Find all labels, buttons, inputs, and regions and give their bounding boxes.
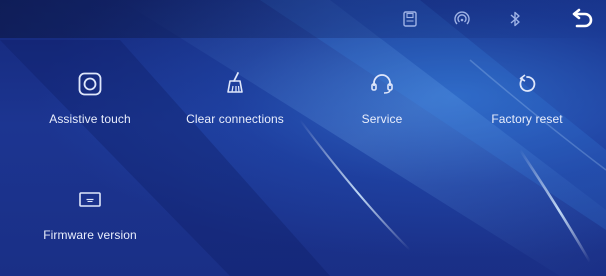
clear-connections-label: Clear connections xyxy=(186,112,284,126)
firmware-version-label: Firmware version xyxy=(43,228,137,242)
assistive-touch-label: Assistive touch xyxy=(49,112,131,126)
settings-screen: Assistive touch Clear connections Servic… xyxy=(0,0,606,276)
status-bar xyxy=(0,0,606,38)
factory-reset-label: Factory reset xyxy=(491,112,563,126)
factory-reset-button[interactable]: Factory reset xyxy=(457,70,597,140)
firmware-icon xyxy=(79,192,101,207)
service-button[interactable]: Service xyxy=(312,70,452,140)
signal-icon xyxy=(454,11,470,25)
firmware-version-button[interactable]: Firmware version xyxy=(20,186,160,256)
bluetooth-icon xyxy=(510,11,520,27)
reset-icon xyxy=(519,74,536,92)
headset-icon xyxy=(371,74,393,94)
sd-card-icon xyxy=(403,11,417,27)
assistive-touch-icon xyxy=(78,72,102,96)
assistive-touch-button[interactable]: Assistive touch xyxy=(20,70,160,140)
service-label: Service xyxy=(361,112,403,126)
back-arrow-icon[interactable] xyxy=(568,6,596,34)
clear-connections-button[interactable]: Clear connections xyxy=(165,70,305,140)
broom-icon xyxy=(227,72,243,93)
